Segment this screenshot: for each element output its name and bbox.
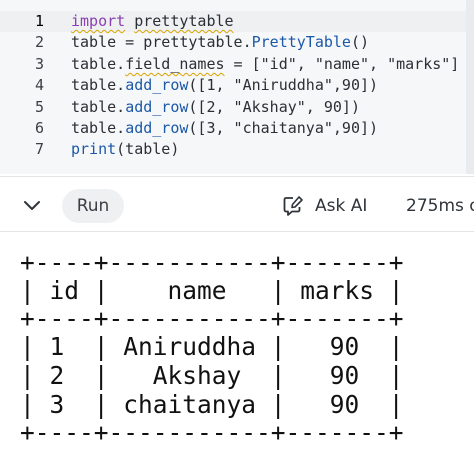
line-number: 5 (34, 97, 44, 116)
run-toolbar: Run Ask AI 275ms on (0, 176, 474, 232)
output-line: | 3 | chaitanya | 90 | (20, 390, 404, 419)
code-token: print (71, 140, 117, 159)
code-text[interactable]: import prettytable (71, 11, 234, 32)
line-number: 7 (34, 140, 44, 159)
code-token: field_names (125, 54, 225, 73)
run-button[interactable]: Run (62, 189, 124, 223)
code-token: prettytable (134, 12, 234, 30)
line-number: 6 (34, 119, 44, 137)
output-line: | id | name | marks | (20, 276, 404, 305)
code-token: = ["id", "name", "marks"] (224, 54, 460, 73)
code-token: table = prettytable. (71, 33, 252, 52)
line-number: 3 (34, 54, 44, 73)
output-line: +----+-----------+-------+ (20, 248, 404, 277)
output-line: | 1 | Aniruddha | 90 | (20, 332, 404, 361)
ask-ai-button[interactable]: Ask AI (282, 193, 367, 219)
code-line[interactable]: 4 table.add_row([1, "Aniruddha",90]) (0, 75, 466, 96)
code-editor[interactable]: 1 import prettytable 2 table = prettytable.… (0, 0, 474, 174)
code-token: ([1, "Aniruddha",90]) (188, 76, 379, 95)
code-token: table. (71, 54, 126, 73)
code-text[interactable]: table.add_row([3, "chaitanya",90]) (71, 118, 378, 139)
execution-time: 275ms on (406, 196, 474, 216)
code-text[interactable]: table.add_row([1, "Aniruddha",90]) (71, 75, 378, 96)
code-text[interactable]: table = prettytable.PrettyTable() (71, 32, 369, 53)
code-token: add_row (125, 119, 189, 137)
editor-scrollbar[interactable] (466, 0, 474, 174)
code-token: table. (71, 97, 126, 116)
code-text[interactable]: table.add_row([2, "Akshay", 90]) (71, 97, 360, 118)
line-number: 4 (34, 76, 44, 95)
line-number: 2 (34, 33, 44, 52)
code-text[interactable]: table.field_names = ["id", "name", "mark… (71, 54, 459, 75)
code-token: (table) (116, 140, 180, 159)
code-token: ([3, "chaitanya",90]) (188, 119, 379, 137)
code-line[interactable]: 6 table.add_row([3, "chaitanya",90]) (0, 118, 466, 139)
code-token: import (71, 12, 126, 30)
code-line[interactable]: 7 print(table) (0, 139, 466, 160)
code-token: PrettyTable (251, 33, 351, 52)
line-number: 1 (34, 12, 44, 30)
code-token: add_row (125, 76, 189, 95)
output-panel: +----+-----------+-------+ | id | name | … (0, 232, 474, 474)
code-line[interactable]: 3 table.field_names = ["id", "name", "mar… (0, 54, 466, 75)
code-token: add_row (125, 97, 189, 116)
code-token: ([2, "Akshay", 90]) (188, 97, 360, 116)
output-line: +----+-----------+-------+ (20, 418, 404, 447)
code-line[interactable]: 2 table = prettytable.PrettyTable() (0, 32, 466, 53)
code-token: table. (71, 76, 126, 95)
code-token: () (350, 33, 370, 52)
code-token: table. (71, 119, 126, 137)
code-line[interactable]: 1 import prettytable (0, 11, 466, 32)
code-line[interactable]: 5 table.add_row([2, "Akshay", 90]) (0, 97, 466, 118)
code-text[interactable]: print(table) (71, 139, 179, 160)
chevron-down-icon[interactable] (21, 195, 43, 217)
ai-edit-icon (283, 196, 303, 216)
ask-ai-label: Ask AI (315, 196, 368, 216)
output-line: | 2 | Akshay | 90 | (20, 361, 404, 390)
output-line: +----+-----------+-------+ (20, 304, 404, 333)
